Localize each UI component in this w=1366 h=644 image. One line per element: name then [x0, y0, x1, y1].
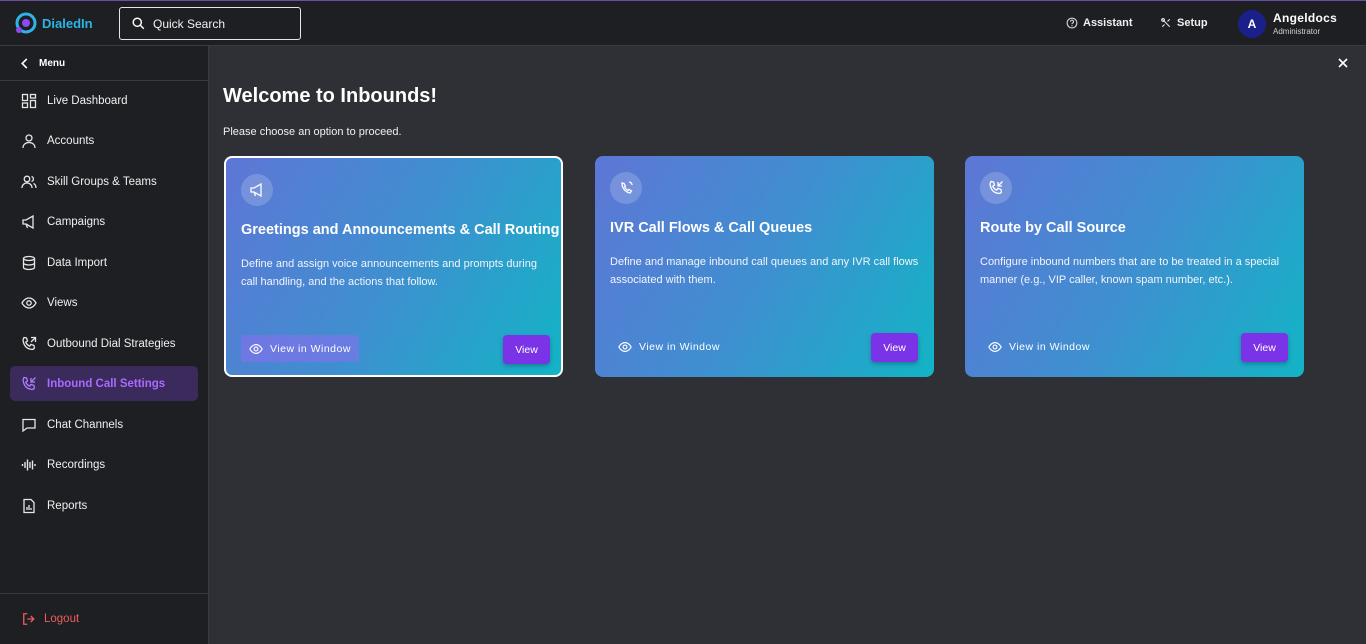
- sidebar-item-outbound-dial-strategies[interactable]: Outbound Dial Strategies: [10, 326, 198, 361]
- user-role: Administrator: [1273, 27, 1321, 36]
- sidebar-item-label: Reports: [47, 499, 88, 512]
- view-button[interactable]: View: [871, 333, 918, 362]
- chevron-left-icon: [21, 57, 28, 69]
- sidebar-item-skill-groups[interactable]: Skill Groups & Teams: [10, 164, 198, 199]
- sidebar-item-label: Inbound Call Settings: [47, 377, 166, 390]
- logo-icon: [14, 11, 38, 35]
- sidebar-item-label: Live Dashboard: [47, 94, 128, 107]
- page-subtitle: Please choose an option to proceed.: [223, 126, 402, 138]
- sidebar-footer: Logout: [0, 593, 208, 644]
- close-icon[interactable]: [1336, 56, 1350, 70]
- card-description: Configure inbound numbers that are to be…: [980, 256, 1280, 286]
- logout-button[interactable]: Logout: [22, 612, 79, 626]
- card-title: IVR Call Flows & Call Queues: [610, 220, 813, 236]
- card-description: Define and assign voice announcements an…: [241, 258, 537, 288]
- card-title: Greetings and Announcements & Call Routi…: [241, 222, 560, 238]
- view-button[interactable]: View: [503, 335, 550, 364]
- setup-label: Setup: [1177, 17, 1208, 29]
- sidebar-item-live-dashboard[interactable]: Live Dashboard: [10, 83, 198, 118]
- users-icon: [21, 175, 37, 188]
- setup-button[interactable]: Setup: [1160, 17, 1208, 29]
- view-in-window-label: View in Window: [639, 340, 720, 353]
- chat-icon: [22, 418, 36, 432]
- view-in-window-button[interactable]: View in Window: [610, 333, 728, 360]
- avatar[interactable]: A: [1238, 10, 1266, 38]
- sidebar-item-reports[interactable]: Reports: [10, 488, 198, 523]
- sidebar: Menu Live Dashboard Accounts Skill Group…: [0, 46, 209, 644]
- view-in-window-label: View in Window: [1009, 340, 1090, 353]
- sidebar-item-label: Chat Channels: [47, 418, 124, 431]
- megaphone-icon: [241, 174, 273, 206]
- search-placeholder: Quick Search: [153, 16, 226, 31]
- app-name: DialedIn: [42, 15, 93, 31]
- database-icon: [22, 255, 36, 270]
- sidebar-item-inbound-call-settings[interactable]: Inbound Call Settings: [10, 366, 198, 401]
- eye-icon: [618, 341, 632, 352]
- waveform-icon: [21, 459, 36, 470]
- megaphone-icon: [22, 214, 34, 229]
- phone-incoming-icon: [22, 376, 36, 390]
- sidebar-item-label: Data Import: [47, 256, 108, 269]
- eye-icon: [988, 341, 1002, 352]
- card-title: Route by Call Source: [980, 220, 1126, 236]
- user-icon: [22, 133, 36, 148]
- dashboard-icon: [21, 93, 37, 108]
- sidebar-item-recordings[interactable]: Recordings: [10, 447, 198, 482]
- eye-icon: [21, 296, 37, 309]
- card-description: Define and manage inbound call queues an…: [610, 256, 919, 286]
- logout-label: Logout: [44, 613, 80, 625]
- user-name[interactable]: Angeldocs: [1273, 11, 1337, 25]
- report-icon: [23, 498, 35, 513]
- sidebar-item-label: Skill Groups & Teams: [47, 175, 157, 188]
- assistant-button[interactable]: Assistant: [1066, 17, 1133, 29]
- sidebar-item-accounts[interactable]: Accounts: [10, 123, 198, 158]
- logout-icon: [23, 613, 35, 625]
- app-logo[interactable]: DialedIn: [14, 11, 93, 35]
- view-in-window-label: View in Window: [270, 342, 351, 355]
- sidebar-item-label: Accounts: [47, 134, 95, 147]
- sidebar-item-label: Views: [47, 296, 78, 309]
- sidebar-item-views[interactable]: Views: [10, 285, 198, 320]
- view-in-window-button[interactable]: View in Window: [980, 333, 1098, 360]
- sidebar-item-chat-channels[interactable]: Chat Channels: [10, 407, 198, 442]
- search-input[interactable]: Quick Search: [119, 7, 301, 40]
- assistant-label: Assistant: [1083, 17, 1133, 29]
- top-bar: DialedIn Quick Search Assistant Setup A …: [0, 0, 1366, 46]
- menu-label: Menu: [39, 57, 66, 69]
- view-button[interactable]: View: [1241, 333, 1288, 362]
- tools-icon: [1161, 18, 1171, 28]
- option-card-ivr[interactable]: IVR Call Flows & Call Queues Define and …: [595, 156, 934, 377]
- option-card-route-by-source[interactable]: Route by Call Source Configure inbound n…: [965, 156, 1304, 377]
- sidebar-item-label: Campaigns: [47, 215, 106, 228]
- sidebar-item-label: Outbound Dial Strategies: [47, 337, 176, 350]
- menu-toggle[interactable]: Menu: [0, 46, 208, 81]
- search-icon: [132, 17, 145, 30]
- view-in-window-button[interactable]: View in Window: [241, 335, 359, 362]
- phone-outgoing-icon: [22, 336, 37, 350]
- page-title: Welcome to Inbounds!: [223, 85, 438, 107]
- sidebar-item-data-import[interactable]: Data Import: [10, 245, 198, 280]
- sidebar-item-campaigns[interactable]: Campaigns: [10, 204, 198, 239]
- sidebar-item-label: Recordings: [47, 458, 106, 471]
- option-card-greetings[interactable]: Greetings and Announcements & Call Routi…: [224, 156, 563, 377]
- eye-icon: [249, 343, 263, 354]
- phone-incoming-icon: [980, 172, 1012, 204]
- phone-flow-icon: [610, 172, 642, 204]
- help-circle-icon: [1066, 17, 1078, 29]
